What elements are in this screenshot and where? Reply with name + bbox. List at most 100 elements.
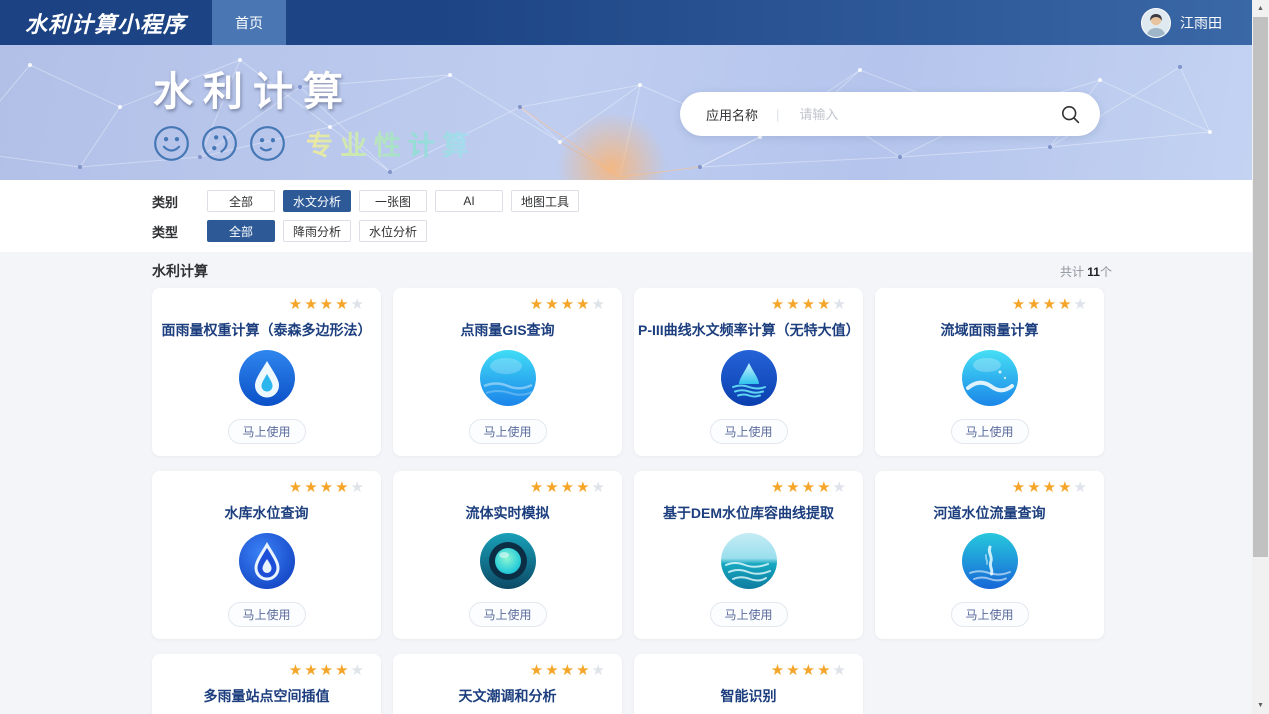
app-card[interactable]: ★★★★★ 点雨量GIS查询 马上使用	[393, 288, 622, 456]
star-filled-icon: ★	[335, 296, 350, 313]
vertical-scrollbar[interactable]: ▲ ▼	[1252, 0, 1269, 714]
search-field-label: 应用名称	[706, 105, 758, 124]
user-name: 江雨田	[1180, 13, 1222, 33]
star-empty-icon: ★	[592, 296, 607, 313]
app-card[interactable]: ★★★★★ 基于DEM水位库容曲线提取 马上使用	[634, 471, 863, 639]
star-filled-icon: ★	[530, 296, 545, 313]
smiley-icons	[153, 125, 286, 162]
app-card-grid: ★★★★★ 面雨量权重计算（泰森多边形法） 马上使用 ★★★★★ 点雨量GIS查…	[152, 288, 1104, 714]
star-filled-icon: ★	[320, 479, 335, 496]
app-icon	[239, 533, 295, 589]
app-icon	[239, 350, 295, 406]
app-card[interactable]: ★★★★★ 天文潮调和分析 马上使用	[393, 654, 622, 714]
item-count: 共计 11个	[1060, 263, 1112, 280]
star-filled-icon: ★	[320, 662, 335, 679]
use-now-button[interactable]: 马上使用	[469, 602, 547, 627]
app-card[interactable]: ★★★★★ 多雨量站点空间插值 马上使用	[152, 654, 381, 714]
main-content: 水利计算 共计 11个 ★★★★★ 面雨量权重计算（泰森多边形法） 马上使用 ★…	[0, 260, 1252, 714]
star-filled-icon: ★	[817, 662, 832, 679]
filter-option-button[interactable]: 全部	[207, 220, 275, 242]
star-filled-icon: ★	[289, 296, 304, 313]
filter-option-button[interactable]: AI	[435, 190, 503, 212]
app-card-title: 多雨量站点空间插值	[152, 686, 381, 706]
star-filled-icon: ★	[335, 662, 350, 679]
star-filled-icon: ★	[1043, 479, 1058, 496]
star-empty-icon: ★	[1074, 479, 1089, 496]
star-filled-icon: ★	[771, 479, 786, 496]
app-icon	[721, 533, 777, 589]
page: 水利计算小程序 首页 江雨田	[0, 0, 1252, 714]
star-filled-icon: ★	[786, 479, 801, 496]
filter-option-button[interactable]: 全部	[207, 190, 275, 212]
avatar[interactable]	[1141, 8, 1171, 38]
use-now-button[interactable]: 马上使用	[951, 602, 1029, 627]
filter-option-button[interactable]: 水位分析	[359, 220, 427, 242]
app-card[interactable]: ★★★★★ 河道水位流量查询 马上使用	[875, 471, 1104, 639]
app-icon	[962, 350, 1018, 406]
star-rating: ★★★★★	[771, 663, 848, 678]
app-card[interactable]: ★★★★★ P-III曲线水文频率计算（无特大值） 马上使用	[634, 288, 863, 456]
filter-row-label: 类别	[152, 192, 207, 211]
use-now-button[interactable]: 马上使用	[228, 419, 306, 444]
star-rating: ★★★★★	[289, 480, 366, 495]
scroll-up-arrow[interactable]: ▲	[1252, 0, 1269, 17]
star-filled-icon: ★	[289, 662, 304, 679]
star-filled-icon: ★	[304, 296, 319, 313]
star-empty-icon: ★	[351, 296, 366, 313]
use-now-button[interactable]: 马上使用	[710, 419, 788, 444]
star-empty-icon: ★	[351, 662, 366, 679]
use-now-button[interactable]: 马上使用	[710, 602, 788, 627]
search-bar: 应用名称 |	[680, 92, 1100, 136]
use-now-button[interactable]: 马上使用	[228, 602, 306, 627]
star-filled-icon: ★	[1058, 296, 1073, 313]
filter-panel: 类别全部水文分析一张图 AI 地图工具类型全部降雨分析水位分析	[0, 180, 1252, 252]
star-filled-icon: ★	[561, 296, 576, 313]
filter-option-button[interactable]: 一张图	[359, 190, 427, 212]
filter-option-button[interactable]: 降雨分析	[283, 220, 351, 242]
nav-tab-home[interactable]: 首页	[212, 0, 286, 45]
app-card[interactable]: ★★★★★ 水库水位查询 马上使用	[152, 471, 381, 639]
star-filled-icon: ★	[817, 479, 832, 496]
star-empty-icon: ★	[833, 479, 848, 496]
app-card-title: 河道水位流量查询	[875, 503, 1104, 523]
star-filled-icon: ★	[1012, 479, 1027, 496]
star-filled-icon: ★	[576, 662, 591, 679]
app-logo: 水利计算小程序	[25, 7, 186, 39]
use-now-button[interactable]: 马上使用	[951, 419, 1029, 444]
star-filled-icon: ★	[304, 662, 319, 679]
app-card[interactable]: ★★★★★ 流域面雨量计算 马上使用	[875, 288, 1104, 456]
star-filled-icon: ★	[530, 479, 545, 496]
app-icon	[962, 533, 1018, 589]
star-filled-icon: ★	[561, 662, 576, 679]
star-filled-icon: ★	[1058, 479, 1073, 496]
star-filled-icon: ★	[289, 479, 304, 496]
app-card-title: 基于DEM水位库容曲线提取	[634, 503, 863, 523]
star-filled-icon: ★	[576, 479, 591, 496]
star-filled-icon: ★	[304, 479, 319, 496]
star-rating: ★★★★★	[1012, 297, 1089, 312]
scroll-down-arrow[interactable]: ▼	[1252, 697, 1269, 714]
star-filled-icon: ★	[545, 479, 560, 496]
app-card[interactable]: ★★★★★ 流体实时模拟 马上使用	[393, 471, 622, 639]
user-area[interactable]: 江雨田	[1141, 8, 1222, 38]
search-icon[interactable]	[1061, 105, 1080, 124]
star-filled-icon: ★	[545, 296, 560, 313]
star-filled-icon: ★	[802, 662, 817, 679]
star-rating: ★★★★★	[771, 297, 848, 312]
star-filled-icon: ★	[802, 479, 817, 496]
scrollbar-thumb[interactable]	[1253, 17, 1268, 557]
app-card[interactable]: ★★★★★ 面雨量权重计算（泰森多边形法） 马上使用	[152, 288, 381, 456]
star-empty-icon: ★	[833, 662, 848, 679]
app-icon	[721, 350, 777, 406]
star-filled-icon: ★	[786, 662, 801, 679]
star-empty-icon: ★	[592, 479, 607, 496]
use-now-button[interactable]: 马上使用	[469, 419, 547, 444]
hero-banner: 水利计算	[0, 45, 1252, 180]
search-input[interactable]	[797, 106, 1053, 123]
filter-option-button[interactable]: 地图工具	[511, 190, 579, 212]
star-rating: ★★★★★	[530, 297, 607, 312]
filter-option-button[interactable]: 水文分析	[283, 190, 351, 212]
filter-row: 类型全部降雨分析水位分析	[152, 220, 1252, 242]
app-card[interactable]: ★★★★★ 智能识别 马上使用	[634, 654, 863, 714]
star-filled-icon: ★	[1027, 296, 1042, 313]
